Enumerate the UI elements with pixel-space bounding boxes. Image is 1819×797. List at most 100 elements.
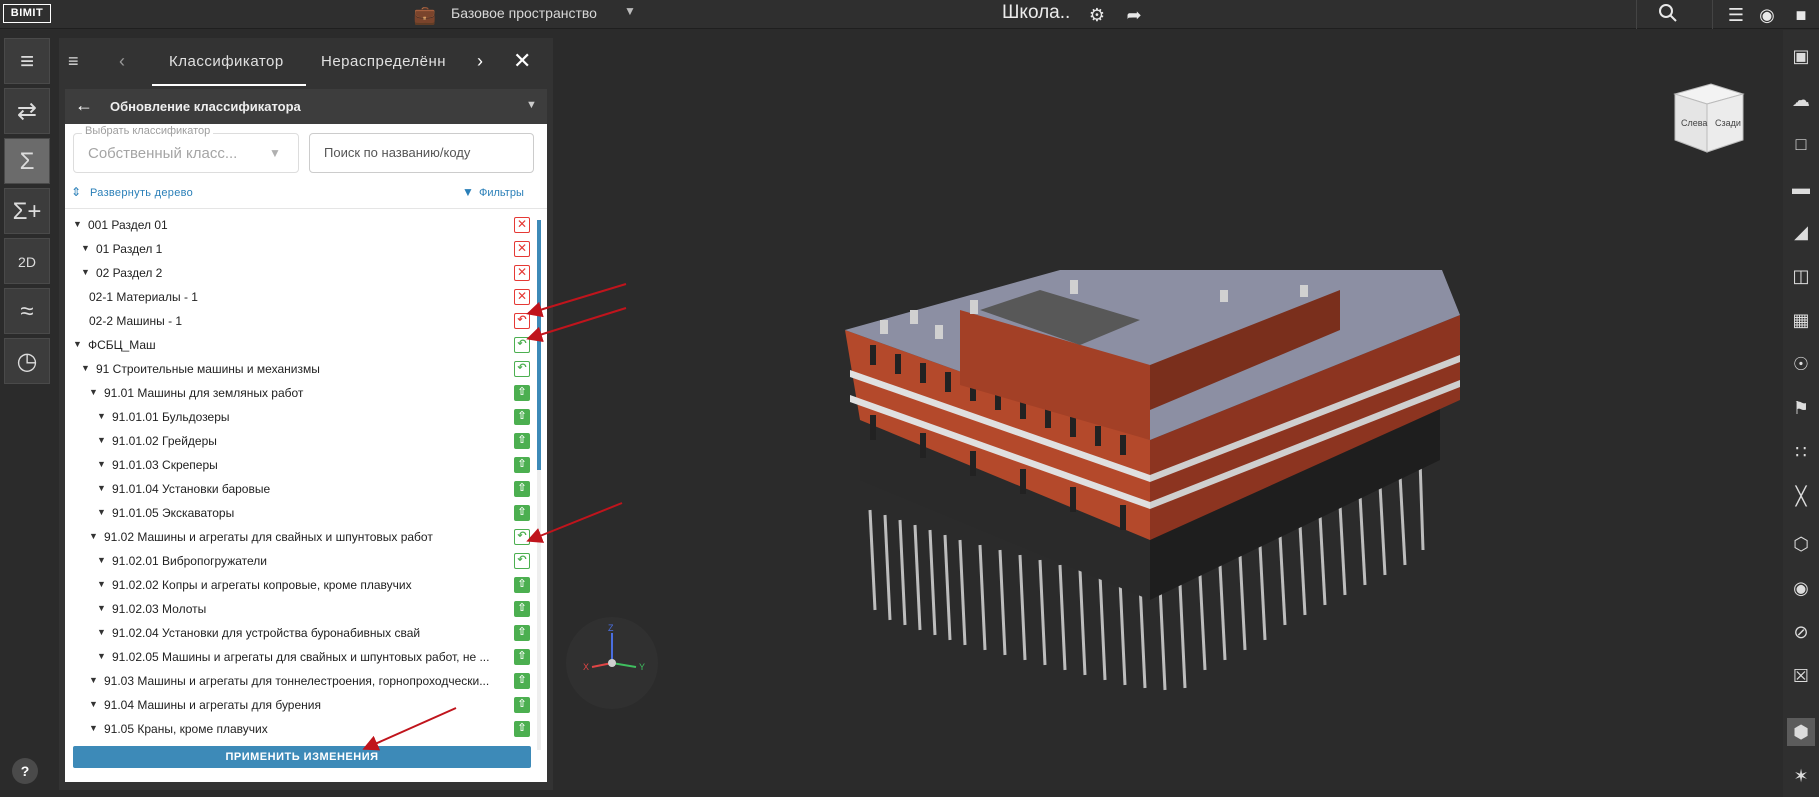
apply-changes-button[interactable]: ПРИМЕНИТЬ ИЗМЕНЕНИЯ [73,746,531,768]
search-icon[interactable] [1656,3,1680,27]
eye-icon[interactable]: ◉ [1787,574,1815,602]
caret-down-icon[interactable]: ▼ [97,507,106,517]
caret-down-icon[interactable]: ▼ [89,699,98,709]
clear-selection-icon[interactable]: ☒ [1787,662,1815,690]
tree-row[interactable]: ▼ 91.01 Машины для земляных работ ⇧ [65,382,535,406]
shading-icon[interactable]: ⬢ [1787,718,1815,746]
tree-row[interactable]: 02-1 Материалы - 1 ✕ [65,286,535,310]
scrollbar-thumb[interactable] [537,220,541,470]
filters-link[interactable]: Фильтры [479,187,524,199]
back-arrow-icon[interactable]: ← [75,95,93,116]
help-button[interactable]: ? [12,758,38,784]
caret-down-icon[interactable]: ▼ [89,387,98,397]
upload-icon[interactable]: ⇧ [514,649,530,665]
orbit-icon[interactable]: ✶ [1787,762,1815,790]
tree-row[interactable]: ▼ 91.02.01 Вибропогружатели ↶ [65,550,535,574]
tree-row[interactable]: ▼ 91.01.03 Скреперы ⇧ [65,454,535,478]
caret-down-icon[interactable]: ▼ [97,555,106,565]
delete-icon[interactable]: ✕ [514,289,530,305]
caret-down-icon[interactable]: ▼ [73,339,82,349]
target-icon[interactable]: ☉ [1787,350,1815,378]
tree-row[interactable]: ▼ ФСБЦ_Маш ↶ [65,334,535,358]
caret-down-icon[interactable]: ▼ [97,435,106,445]
caret-down-icon[interactable]: ▼ [97,459,106,469]
caret-down-icon[interactable]: ▼ [81,267,90,277]
filter-icon[interactable]: ▼ [462,185,474,199]
snap-icon[interactable]: ∷ [1787,438,1815,466]
tree-row[interactable]: ▼ 001 Раздел 01 ✕ [65,214,535,238]
undo-icon[interactable]: ↶ [514,313,530,329]
user-icon[interactable]: ■ [1789,3,1813,27]
delete-icon[interactable]: ✕ [514,265,530,281]
tree-row[interactable]: ▼ 91.01.05 Экскаваторы ⇧ [65,502,535,526]
upload-icon[interactable]: ⇧ [514,721,530,737]
undo-icon[interactable]: ↶ [514,553,530,569]
section-plane-icon[interactable]: ◢ [1787,218,1815,246]
tree-row[interactable]: ▼ 02 Раздел 2 ✕ [65,262,535,286]
tree-row[interactable]: ▼ 91 Строительные машины и механизмы ↶ [65,358,535,382]
view-cube[interactable]: Слева Сзади [1671,80,1747,156]
search-input[interactable]: Поиск по названию/коду [309,133,534,173]
notification-icon[interactable]: ◉ [1755,3,1779,27]
section-box-icon[interactable]: ◫ [1787,262,1815,290]
expand-tree-icon[interactable]: ⇕ [71,185,81,199]
caret-down-icon[interactable]: ▼ [97,411,106,421]
focus-icon[interactable]: ▣ [1787,42,1815,70]
upload-icon[interactable]: ⇧ [514,457,530,473]
2d-drawing-icon[interactable]: 2D [4,238,50,284]
upload-icon[interactable]: ⇧ [514,673,530,689]
building-model-3d[interactable] [820,270,1470,710]
upload-icon[interactable]: ⇧ [514,385,530,401]
caret-down-icon[interactable]: ▼ [89,531,98,541]
cloud-upload-icon[interactable]: ☁ [1787,86,1815,114]
undo-icon[interactable]: ↶ [514,529,530,545]
undo-icon[interactable]: ↶ [514,361,530,377]
floor-plan-icon[interactable]: ▦ [1787,306,1815,334]
caret-down-icon[interactable]: ▼ [97,627,106,637]
upload-icon[interactable]: ⇧ [514,697,530,713]
upload-icon[interactable]: ⇧ [514,577,530,593]
upload-icon[interactable]: ⇧ [514,601,530,617]
caret-down-icon[interactable]: ▼ [526,99,537,111]
tree-row[interactable]: ▼ 91.03 Машины и агрегаты для тоннелестро… [65,670,535,694]
upload-icon[interactable]: ⇧ [514,409,530,425]
upload-icon[interactable]: ⇧ [514,625,530,641]
eye-off-icon[interactable]: ⊘ [1787,618,1815,646]
tab-unassigned[interactable]: Нераспределённ [321,53,446,70]
chevron-right-icon[interactable]: › [477,51,483,72]
caret-down-icon[interactable]: ▼ [89,723,98,733]
chart-lines-icon[interactable]: ≈ [4,288,50,334]
briefcase-icon[interactable]: 💼 [413,3,437,27]
tree-row[interactable]: ▼ 91.04 Машины и агрегаты для бурения ⇧ [65,694,535,718]
menu-icon[interactable]: ≡ [68,51,79,72]
caret-down-icon[interactable]: ▼ [81,363,90,373]
caret-down-icon[interactable]: ▼ [73,219,82,229]
select-box-icon[interactable]: □ [1787,130,1815,158]
tree-row[interactable]: ▼ 91.01.01 Бульдозеры ⇧ [65,406,535,430]
list-icon[interactable]: ☰ [1724,3,1748,27]
tree-row[interactable]: ▼ 91.02.02 Копры и агрегаты копровые, кро… [65,574,535,598]
tree-row[interactable]: ▼ 91.02.05 Машины и агрегаты для свайных … [65,646,535,670]
caret-down-icon[interactable]: ▼ [97,579,106,589]
workspace-selector[interactable]: Базовое пространство [451,5,597,21]
tab-classifier[interactable]: Классификатор [169,53,284,70]
upload-icon[interactable]: ⇧ [514,505,530,521]
delete-icon[interactable]: ✕ [514,217,530,233]
tree-row[interactable]: ▼ 91.01.04 Установки баровые ⇧ [65,478,535,502]
ruler-icon[interactable]: ▬ [1787,174,1815,202]
upload-icon[interactable]: ⇧ [514,481,530,497]
tree-row[interactable]: ▼ 91.01.02 Грейдеры ⇧ [65,430,535,454]
upload-icon[interactable]: ⇧ [514,433,530,449]
tree-row[interactable]: ▼ 01 Раздел 1 ✕ [65,238,535,262]
caret-down-icon[interactable]: ▼ [81,243,90,253]
tree-row[interactable]: 02-2 Машины - 1 ↶ [65,310,535,334]
caret-down-icon[interactable]: ▼ [97,483,106,493]
share-icon[interactable]: ➦ [1122,3,1146,27]
tree-structure-icon[interactable]: ≡ [4,38,50,84]
flag-icon[interactable]: ⚑ [1787,394,1815,422]
close-icon[interactable]: ✕ [513,48,531,74]
undo-icon[interactable]: ↶ [514,337,530,353]
delete-icon[interactable]: ✕ [514,241,530,257]
chevron-down-icon[interactable]: ▼ [624,4,636,18]
sigma-icon[interactable]: Σ [4,138,50,184]
